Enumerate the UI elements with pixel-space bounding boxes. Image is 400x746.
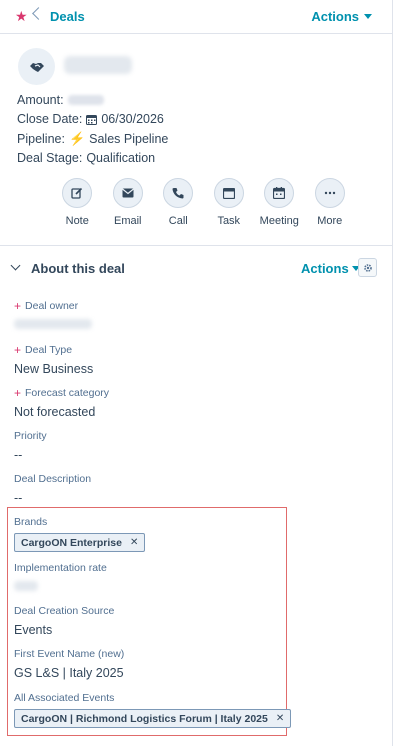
plus-icon: +	[14, 343, 22, 357]
more-icon[interactable]	[314, 178, 345, 208]
calendar-icon[interactable]	[264, 178, 295, 208]
priority-label: Priority	[14, 430, 47, 442]
event-tag[interactable]: CargoON | Richmond Logistics Forum | Ita…	[14, 709, 292, 728]
amount-value-redacted	[67, 94, 104, 105]
calendar-icon	[86, 114, 98, 125]
event-tag-label: CargoON | Richmond Logistics Forum | Ita…	[21, 712, 268, 725]
meeting-label: Meeting	[259, 215, 299, 227]
collapse-chevron-icon[interactable]	[10, 260, 21, 271]
brand-tag[interactable]: CargoON Enterprise ✕	[14, 533, 146, 552]
source-value[interactable]: Events	[14, 623, 114, 637]
field-deal-type[interactable]: + Deal Type New Business	[14, 344, 93, 376]
settings-button[interactable]	[358, 258, 377, 277]
more-label: More	[317, 215, 343, 227]
gear-icon	[363, 263, 372, 272]
section-divider	[0, 245, 392, 246]
about-actions-label: Actions	[301, 261, 349, 276]
brand-tag-label: CargoON Enterprise	[21, 536, 122, 549]
forecast-value[interactable]: Not forecasted	[14, 405, 109, 419]
brands-label: Brands	[14, 516, 48, 528]
field-deal-owner[interactable]: + Deal owner	[14, 300, 92, 329]
plus-icon: +	[14, 299, 22, 313]
favorite-star-icon[interactable]: ★	[15, 8, 28, 24]
first-event-value[interactable]: GS L&S | Italy 2025	[14, 666, 124, 680]
task-icon[interactable]	[213, 178, 244, 208]
deal-type-label: Deal Type	[25, 344, 73, 356]
lightning-icon: ⚡	[68, 130, 86, 146]
priority-value[interactable]: --	[14, 448, 47, 462]
more-action[interactable]: More	[305, 178, 356, 227]
breadcrumb-deals[interactable]: Deals	[50, 9, 85, 24]
implementation-value-redacted	[14, 581, 38, 591]
first-event-label: First Event Name (new)	[14, 648, 125, 660]
call-action[interactable]: Call	[153, 178, 204, 227]
deal-owner-value-redacted	[14, 319, 92, 329]
field-implementation-rate[interactable]: Implementation rate	[14, 562, 107, 591]
remove-tag-icon[interactable]: ✕	[276, 713, 284, 724]
deal-stage-label: Deal Stage:	[17, 151, 83, 166]
quick-actions: Note Email Call Task Meeting More	[52, 178, 355, 227]
meeting-action[interactable]: Meeting	[254, 178, 305, 227]
caret-down-icon	[364, 14, 372, 19]
about-actions-button[interactable]: Actions	[301, 261, 360, 276]
assoc-events-label: All Associated Events	[14, 692, 115, 704]
note-label: Note	[65, 215, 89, 227]
source-label: Deal Creation Source	[14, 605, 115, 617]
description-label: Deal Description	[14, 473, 92, 485]
deal-name-redacted	[64, 56, 132, 74]
deal-owner-label: Deal owner	[25, 300, 79, 312]
deal-properties: Amount: Close Date: 06/30/2026 Pipeline:…	[17, 90, 168, 168]
deal-stage-value[interactable]: Qualification	[86, 151, 155, 165]
deal-avatar	[18, 48, 55, 85]
pipeline-value[interactable]: Sales Pipeline	[89, 132, 168, 146]
task-label: Task	[217, 215, 241, 227]
email-label: Email	[113, 215, 142, 227]
email-action[interactable]: Email	[103, 178, 154, 227]
note-action[interactable]: Note	[52, 178, 103, 227]
header-actions-label: Actions	[311, 9, 359, 24]
pipeline-label: Pipeline:	[17, 131, 65, 146]
remove-tag-icon[interactable]: ✕	[130, 537, 138, 548]
description-value[interactable]: --	[14, 491, 91, 505]
forecast-label: Forecast category	[25, 387, 110, 399]
field-priority[interactable]: Priority --	[14, 430, 47, 462]
handshake-icon	[29, 62, 44, 72]
deal-type-value[interactable]: New Business	[14, 362, 93, 376]
about-section-title[interactable]: About this deal	[31, 261, 125, 276]
close-date-label: Close Date:	[17, 112, 83, 127]
panel-edge	[392, 0, 393, 746]
field-all-associated-events[interactable]: All Associated Events CargoON | Richmond…	[14, 692, 292, 728]
amount-label: Amount:	[17, 92, 64, 107]
pencil-icon[interactable]	[62, 178, 93, 208]
field-first-event-name[interactable]: First Event Name (new) GS L&S | Italy 20…	[14, 648, 124, 680]
top-bar: ★ Deals Actions	[0, 0, 392, 34]
phone-icon[interactable]	[163, 178, 194, 208]
close-date-value[interactable]: 06/30/2026	[101, 112, 164, 126]
field-deal-description[interactable]: Deal Description --	[14, 473, 91, 505]
header-actions-button[interactable]: Actions	[311, 9, 372, 24]
call-label: Call	[168, 215, 188, 227]
implementation-label: Implementation rate	[14, 562, 107, 574]
field-forecast-category[interactable]: + Forecast category Not forecasted	[14, 387, 109, 419]
field-deal-creation-source[interactable]: Deal Creation Source Events	[14, 605, 114, 637]
plus-icon: +	[14, 386, 22, 400]
task-action[interactable]: Task	[204, 178, 255, 227]
envelope-icon[interactable]	[112, 178, 143, 208]
field-brands[interactable]: Brands CargoON Enterprise ✕	[14, 516, 146, 552]
back-chevron-icon[interactable]	[32, 7, 45, 20]
